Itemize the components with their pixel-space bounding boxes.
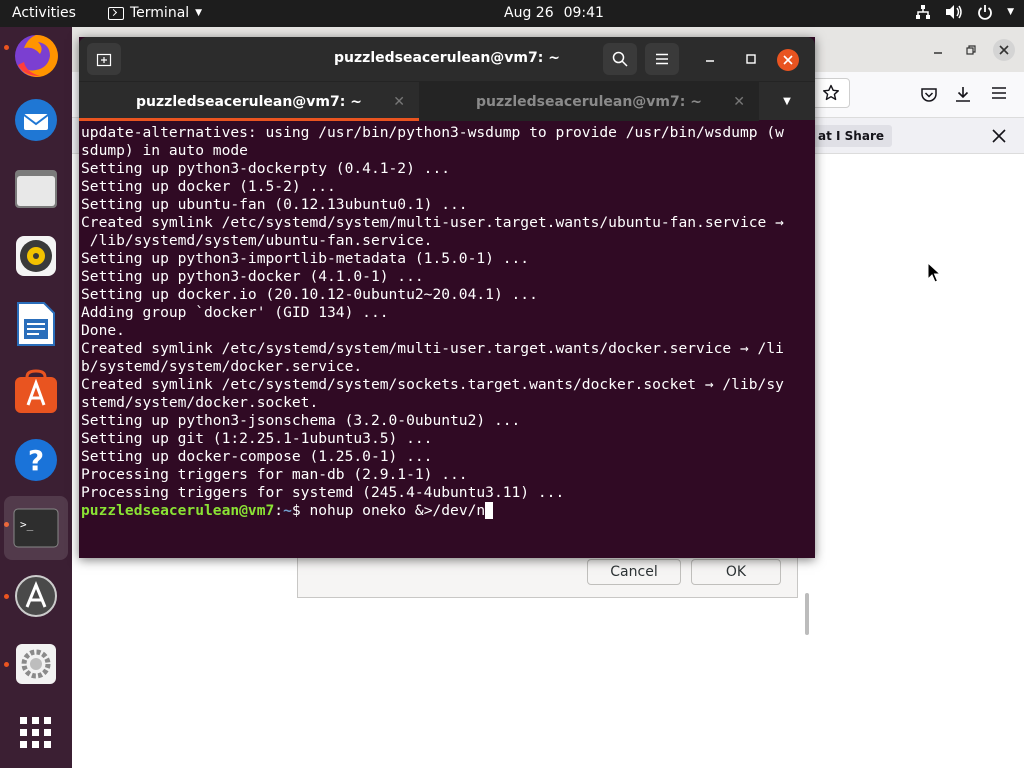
pocket-icon[interactable] [920, 86, 938, 104]
terminal-icon: >_ [13, 508, 59, 548]
notification-button[interactable]: at I Share [810, 125, 892, 147]
software-updater-icon [15, 575, 57, 617]
dock-item-thunderbird[interactable] [4, 88, 68, 152]
dock-item-firefox[interactable] [4, 24, 68, 88]
firefox-icon [15, 34, 58, 77]
terminal-output: update-alternatives: using /usr/bin/pyth… [81, 124, 784, 501]
scrollbar-thumb[interactable] [805, 593, 809, 635]
dock-item-settings[interactable] [4, 632, 68, 696]
show-apps-icon [20, 717, 51, 748]
app-menu[interactable]: Terminal ▼ [108, 5, 202, 21]
minimize-icon [706, 60, 714, 62]
close-tab-icon[interactable]: ✕ [393, 94, 405, 110]
prompt-path: ~ [283, 502, 292, 519]
terminal-headerbar: puzzledseacerulean@vm7: ~ [79, 37, 815, 81]
dock-item-rhythmbox[interactable] [4, 224, 68, 288]
terminal-window: puzzledseacerulean@vm7: ~ puzzledseaceru… [79, 37, 815, 635]
rhythmbox-icon [16, 236, 56, 276]
dock-item-software-updater[interactable] [4, 564, 68, 628]
tab-bar: puzzledseacerulean@vm7: ~ ✕ puzzledseace… [79, 81, 815, 121]
maximize-icon [746, 54, 756, 64]
ok-button[interactable]: OK [691, 559, 781, 585]
star-icon [823, 84, 839, 101]
help-icon: ? [15, 439, 57, 481]
app-menu-label: Terminal [130, 5, 190, 21]
terminal-icon [108, 6, 124, 20]
maximize-button[interactable] [734, 43, 768, 75]
libreoffice-writer-icon [17, 302, 55, 346]
dialog: Cancel OK [297, 556, 798, 598]
network-icon [916, 5, 931, 19]
dock-item-show-apps[interactable] [4, 701, 68, 765]
chevron-down-icon: ▼ [1007, 7, 1014, 17]
hamburger-menu-button[interactable] [645, 43, 679, 75]
maximize-button[interactable] [960, 39, 982, 61]
top-bar: Activities Terminal ▼ Aug 26 09:41 ▼ [0, 0, 1024, 27]
prompt-symbol: $ [291, 502, 310, 519]
close-tab-icon[interactable]: ✕ [733, 94, 745, 110]
ubuntu-software-icon [15, 369, 57, 413]
svg-text:?: ? [28, 444, 44, 477]
terminal-prompt-line: puzzledseacerulean@vm7:~$ nohup oneko &>… [81, 502, 813, 520]
close-button[interactable] [777, 49, 799, 71]
restore-icon [966, 45, 976, 55]
tab-label: puzzledseacerulean@vm7: ~ [136, 93, 362, 110]
close-icon[interactable] [992, 129, 1006, 143]
activities-button[interactable]: Activities [12, 5, 76, 21]
search-button[interactable] [603, 43, 637, 75]
minimize-icon [934, 52, 942, 54]
thunderbird-icon [15, 99, 57, 141]
volume-icon [946, 5, 962, 19]
svg-text:>_: >_ [20, 518, 34, 531]
dock-item-writer[interactable] [4, 292, 68, 356]
dock: ? >_ [0, 27, 72, 768]
dock-item-files[interactable] [4, 156, 68, 220]
power-icon [978, 5, 992, 20]
prompt-user: puzzledseacerulean@vm7 [81, 502, 275, 519]
tab-terminal-1[interactable]: puzzledseacerulean@vm7: ~ ✕ [79, 82, 419, 121]
bookmark-star-button[interactable] [812, 78, 850, 108]
downloads-icon[interactable] [954, 85, 972, 103]
clock-date: Aug 26 [504, 5, 554, 21]
close-icon [999, 45, 1009, 55]
files-icon [15, 170, 57, 208]
minimize-button[interactable] [927, 39, 949, 61]
command-input[interactable]: nohup oneko &>/dev/n [309, 502, 485, 519]
mouse-pointer-icon [927, 262, 941, 283]
text-cursor [485, 502, 494, 519]
clock[interactable]: Aug 26 09:41 [504, 5, 604, 21]
cancel-button[interactable]: Cancel [587, 559, 681, 585]
dock-item-help[interactable]: ? [4, 428, 68, 492]
close-button[interactable] [993, 39, 1015, 61]
clock-time: 09:41 [563, 5, 604, 21]
dock-item-ubuntu-software[interactable] [4, 360, 68, 424]
terminal-output-area[interactable]: update-alternatives: using /usr/bin/pyth… [79, 120, 815, 635]
menu-icon [656, 53, 668, 65]
prompt-separator: : [274, 502, 284, 519]
chevron-down-icon: ▼ [195, 8, 203, 18]
settings-icon [16, 644, 56, 684]
search-icon [612, 51, 628, 67]
system-tray[interactable]: ▼ [915, 4, 1014, 20]
chevron-down-icon: ▼ [783, 96, 791, 107]
dock-item-terminal[interactable]: >_ [4, 496, 68, 560]
close-icon [783, 55, 793, 65]
tab-overflow-button[interactable]: ▼ [759, 82, 815, 121]
menu-icon[interactable] [991, 86, 1007, 100]
minimize-button[interactable] [693, 43, 727, 75]
tab-label: puzzledseacerulean@vm7: ~ [476, 93, 702, 110]
tab-terminal-2[interactable]: puzzledseacerulean@vm7: ~ ✕ [419, 82, 759, 121]
